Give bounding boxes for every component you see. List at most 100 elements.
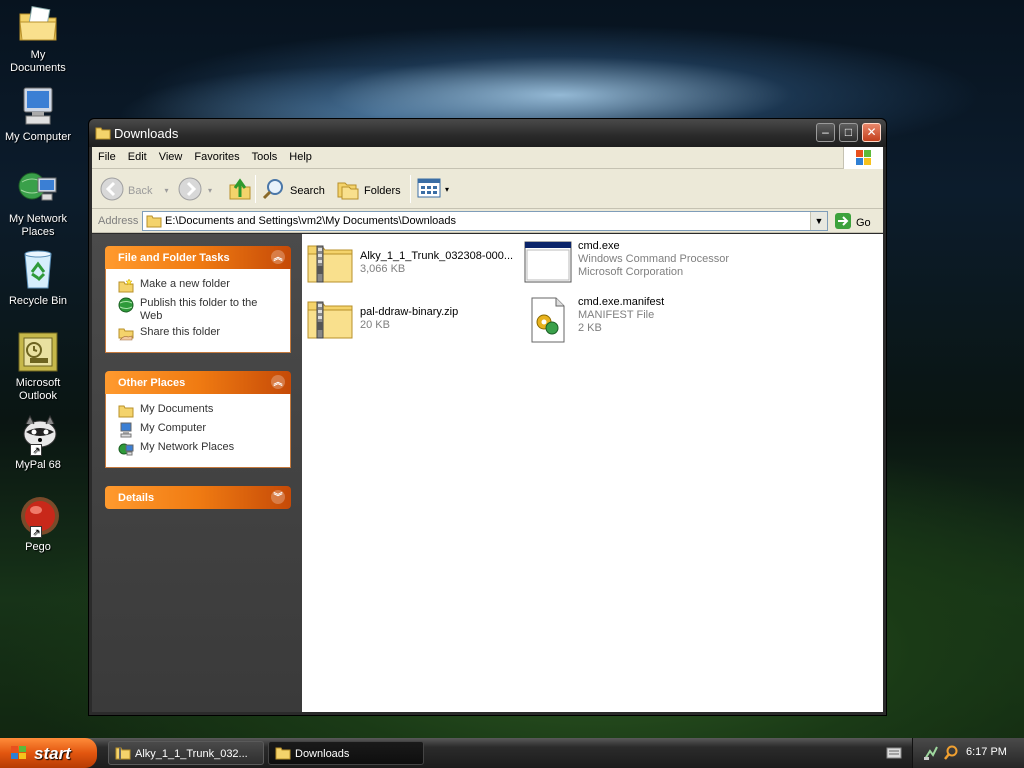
network-icon: [118, 441, 134, 457]
desktop-icon-my-computer[interactable]: My Computer: [2, 84, 74, 144]
taskbar: start Alky_1_1_Trunk_032... Downloads 6:…: [0, 738, 1024, 768]
search-icon: [262, 177, 286, 204]
file-item-cmd-manifest[interactable]: cmd.exe.manifest MANIFEST File 2 KB: [524, 296, 664, 344]
folder-documents-icon: [16, 2, 60, 46]
panel-body: Make a new folder Publish this folder to…: [105, 269, 291, 353]
maximize-button[interactable]: □: [839, 123, 858, 142]
folder-icon: [275, 746, 291, 763]
place-my-computer[interactable]: My Computer: [118, 422, 290, 438]
toolbar: Back ▾ ▾ Search Folders ▾: [92, 169, 883, 209]
desktop-icon-my-network-places[interactable]: My Network Places: [2, 166, 74, 239]
views-button[interactable]: ▾: [417, 177, 449, 202]
place-my-documents[interactable]: My Documents: [118, 403, 290, 419]
file-item-alky-zip[interactable]: Alky_1_1_Trunk_032308-000... 3,066 KB: [306, 240, 513, 288]
menu-help[interactable]: Help: [283, 147, 318, 163]
expand-chevron-icon[interactable]: ︾: [271, 490, 285, 504]
panel-header[interactable]: Other Places ︽: [105, 371, 291, 394]
address-label: Address: [98, 215, 139, 227]
task-label: Share this folder: [140, 326, 221, 338]
go-button[interactable]: Go: [834, 212, 871, 233]
title-bar[interactable]: Downloads – □ ✕: [89, 119, 886, 147]
desktop-icon-recycle-bin[interactable]: Recycle Bin: [2, 248, 74, 308]
recycle-bin-icon: [16, 248, 60, 292]
file-name: cmd.exe: [578, 240, 620, 252]
views-icon: [417, 177, 443, 202]
panel-header[interactable]: Details ︾: [105, 486, 291, 509]
back-dropdown-icon[interactable]: ▾: [164, 186, 168, 195]
network-icon: [16, 166, 60, 210]
up-folder-button[interactable]: [228, 177, 252, 204]
desktop-icon-microsoft-outlook[interactable]: Microsoft Outlook: [2, 330, 74, 403]
share-folder-icon: [118, 326, 134, 342]
taskbar-button-alky[interactable]: Alky_1_1_Trunk_032...: [108, 741, 264, 765]
folder-icon: [95, 126, 111, 143]
folders-label: Folders: [364, 184, 401, 197]
toolbar-separator: [410, 175, 411, 203]
menu-favorites[interactable]: Favorites: [188, 147, 245, 163]
collapse-chevron-icon[interactable]: ︽: [271, 375, 285, 389]
file-size: 3,066 KB: [360, 263, 406, 275]
place-my-network-places[interactable]: My Network Places: [118, 441, 290, 457]
desktop-icon-pego[interactable]: ↗ Pego: [2, 494, 74, 554]
file-folder-tasks-panel: File and Folder Tasks ︽ Make a new folde…: [105, 246, 291, 353]
panel-header[interactable]: File and Folder Tasks ︽: [105, 246, 291, 269]
file-item-cmd-exe[interactable]: cmd.exe Windows Command Processor Micros…: [524, 240, 729, 288]
desktop-icon-my-documents[interactable]: My Documents: [2, 2, 74, 75]
menu-bar: File Edit View Favorites Tools Help: [92, 147, 883, 169]
back-button[interactable]: Back ▾: [100, 177, 168, 204]
forward-button[interactable]: ▾: [178, 177, 212, 204]
panel-title: Details: [118, 492, 155, 504]
windows-flag-icon: [10, 745, 28, 766]
taskbar-button-downloads[interactable]: Downloads: [268, 741, 424, 765]
network-tray-icon[interactable]: [923, 745, 939, 764]
task-label: Make a new folder: [140, 278, 230, 290]
taskbar-button-label: Downloads: [295, 748, 350, 760]
address-value: E:\Documents and Settings\vm2\My Documen…: [165, 215, 457, 227]
menu-view[interactable]: View: [153, 147, 189, 163]
search-tray-icon[interactable]: [943, 745, 959, 764]
address-bar: Address E:\Documents and Settings\vm2\My…: [92, 209, 883, 233]
panel-title: Other Places: [118, 377, 186, 389]
back-label: Back: [128, 184, 153, 197]
keyboard-icon[interactable]: [886, 747, 902, 762]
desktop-icon-label: My Network Places: [8, 213, 68, 238]
minimize-button[interactable]: –: [816, 123, 835, 142]
zip-folder-icon: [115, 746, 131, 763]
task-publish-to-web[interactable]: Publish this folder to the Web: [118, 297, 290, 323]
other-places-panel: Other Places ︽ My Documents My Computer …: [105, 371, 291, 468]
file-size: 20 KB: [360, 319, 390, 331]
collapse-chevron-icon[interactable]: ︽: [271, 250, 285, 264]
console-window-icon: [524, 240, 572, 288]
outlook-icon: [16, 330, 60, 374]
panel-title: File and Folder Tasks: [118, 252, 230, 264]
file-type: MANIFEST File: [578, 309, 655, 321]
close-button[interactable]: ✕: [862, 123, 881, 142]
task-make-new-folder[interactable]: Make a new folder: [118, 278, 290, 294]
start-button[interactable]: start: [0, 738, 97, 768]
zip-folder-icon: [306, 296, 354, 344]
new-folder-icon: [118, 278, 134, 294]
go-label: Go: [856, 216, 871, 229]
search-button[interactable]: Search: [262, 177, 325, 204]
menu-tools[interactable]: Tools: [246, 147, 284, 163]
menu-file[interactable]: File: [92, 147, 122, 163]
forward-dropdown-icon[interactable]: ▾: [208, 186, 212, 195]
desktop-icon-label: MyPal 68: [15, 459, 61, 471]
file-list-view: Alky_1_1_Trunk_032308-000... 3,066 KB cm…: [302, 234, 883, 712]
views-dropdown-icon: ▾: [445, 185, 450, 194]
clock[interactable]: 6:17 PM: [966, 746, 1007, 758]
folders-button[interactable]: Folders: [336, 177, 401, 204]
file-item-pal-ddraw-zip[interactable]: pal-ddraw-binary.zip 20 KB: [306, 296, 458, 344]
window-title: Downloads: [114, 126, 179, 141]
task-share-folder[interactable]: Share this folder: [118, 326, 290, 342]
desktop-icon-label: Microsoft Outlook: [15, 377, 61, 402]
details-panel: Details ︾: [105, 486, 291, 509]
computer-icon: [118, 422, 134, 438]
desktop-icon-mypal[interactable]: ↗ MyPal 68: [2, 412, 74, 472]
address-input[interactable]: E:\Documents and Settings\vm2\My Documen…: [142, 211, 828, 231]
menu-edit[interactable]: Edit: [122, 147, 153, 163]
folders-icon: [336, 177, 360, 204]
address-dropdown-button[interactable]: ▼: [810, 212, 827, 230]
place-label: My Documents: [140, 403, 214, 415]
globe-icon: [118, 297, 134, 313]
